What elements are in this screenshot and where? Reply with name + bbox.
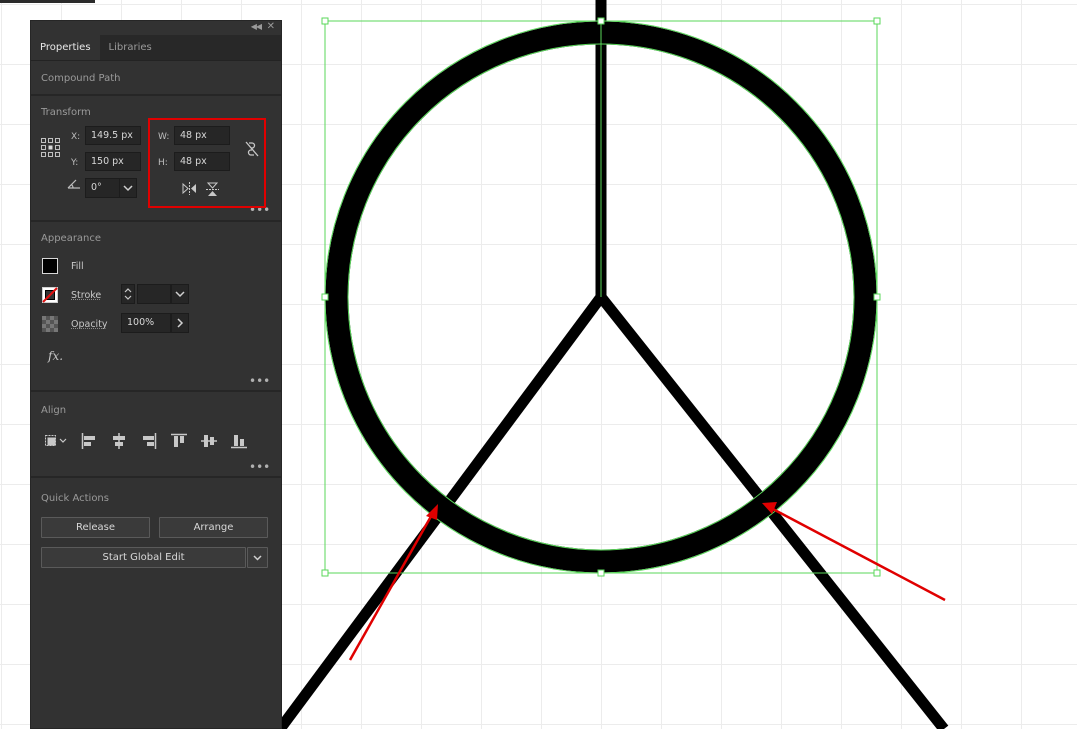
release-button[interactable]: Release [41,517,150,538]
global-edit-options-button[interactable] [247,547,268,568]
chevron-down-icon [123,185,133,192]
more-options-icon[interactable]: ••• [249,461,270,473]
handle-bottom-center[interactable] [597,569,605,577]
align-top-icon[interactable] [171,433,187,449]
stroke-label[interactable]: Stroke [71,290,101,301]
stepper-icon [124,288,132,300]
divider [31,390,281,392]
align-to-selection-icon[interactable] [43,433,71,449]
y-field[interactable]: 150 px [85,152,141,171]
stroke-weight-stepper[interactable] [121,284,135,304]
opacity-label[interactable]: Opacity [71,319,108,330]
tab-libraries[interactable]: Libraries [100,35,161,60]
annotation-highlight-box [148,118,266,208]
y-label: Y: [71,158,79,168]
stroke-weight-field[interactable] [137,284,171,304]
panel-tabs: Properties Libraries [31,35,281,61]
chevron-down-icon [175,291,185,298]
align-horizontal-center-icon[interactable] [111,433,127,449]
quick-actions-title: Quick Actions [41,493,109,504]
fill-swatch[interactable] [42,258,58,274]
fx-effects-icon[interactable]: fx. [48,349,63,363]
opacity-field[interactable]: 100% [121,313,171,333]
handle-bottom-left[interactable] [321,569,329,577]
stroke-swatch[interactable] [42,287,58,303]
handle-middle-right[interactable] [873,293,881,301]
annotation-arrows [348,502,946,661]
object-type-label: Compound Path [41,73,121,84]
panel-title-bar[interactable]: ◀◀ ✕ [31,21,281,35]
divider [31,476,281,478]
align-right-icon[interactable] [141,433,157,449]
handle-bottom-right[interactable] [873,569,881,577]
x-label: X: [71,132,81,142]
align-bottom-icon[interactable] [231,433,247,449]
opacity-slider-button[interactable] [171,313,189,333]
annotation-arrow-left [348,510,436,661]
divider [31,94,281,96]
chevron-down-icon [253,555,262,561]
tab-properties[interactable]: Properties [31,35,100,60]
angle-dropdown[interactable] [119,178,137,198]
rotate-angle-icon [67,179,80,189]
divider [31,220,281,222]
close-icon[interactable]: ✕ [267,21,275,32]
reference-point-icon[interactable] [41,138,61,158]
more-options-icon[interactable]: ••• [249,375,270,387]
handle-top-right[interactable] [873,17,881,25]
handle-middle-left[interactable] [321,293,329,301]
align-vertical-center-icon[interactable] [201,433,217,449]
fill-label: Fill [71,261,84,272]
handle-top-left[interactable] [321,17,329,25]
align-title: Align [41,405,67,416]
handle-top-center[interactable] [597,17,605,25]
arrange-button[interactable]: Arrange [159,517,268,538]
start-global-edit-button[interactable]: Start Global Edit [41,547,246,568]
opacity-icon [42,316,58,332]
transform-title: Transform [41,107,91,118]
align-left-icon[interactable] [81,433,97,449]
x-field[interactable]: 149.5 px [85,126,141,145]
annotation-arrow-right [770,506,946,602]
stroke-weight-dropdown[interactable] [171,284,189,304]
chevron-right-icon [177,318,184,328]
appearance-title: Appearance [41,233,102,244]
double-chevron-left-icon[interactable]: ◀◀ [251,22,262,31]
